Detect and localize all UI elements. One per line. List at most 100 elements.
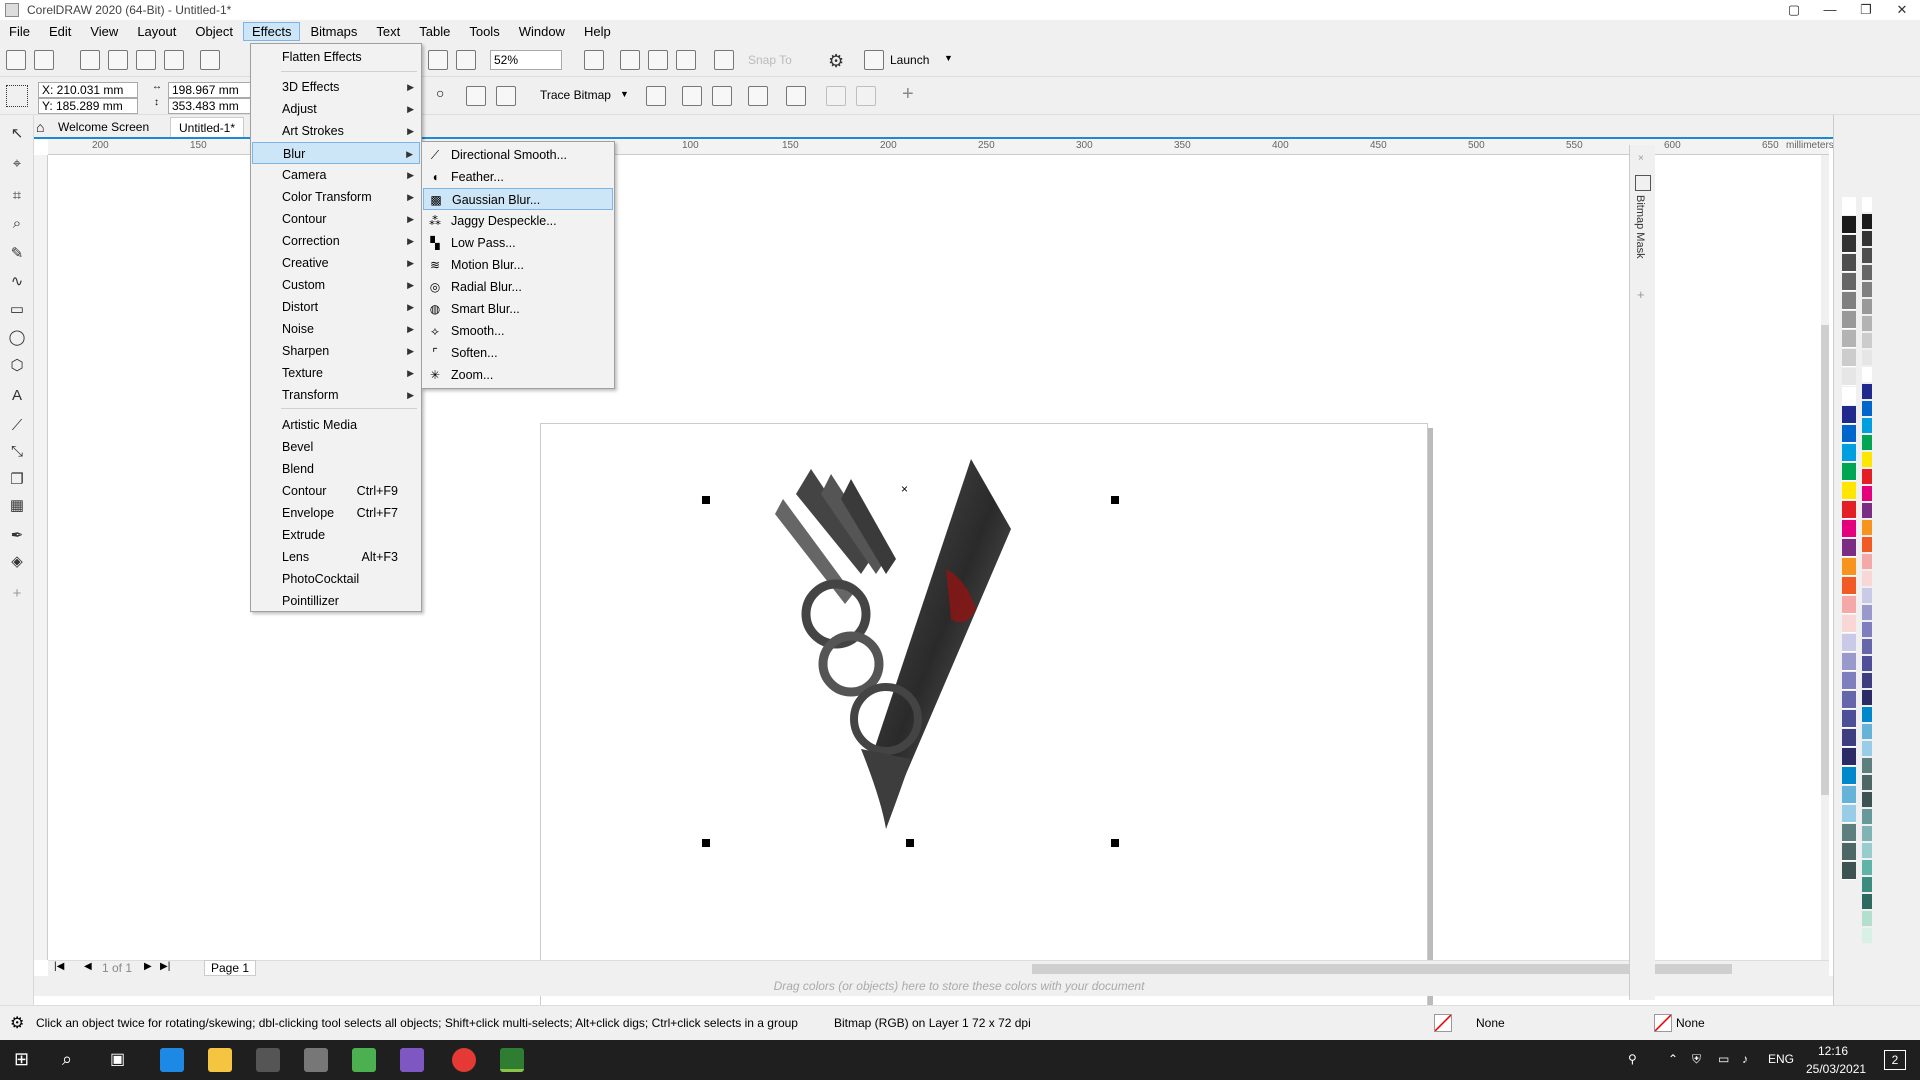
color-swatch[interactable] — [1862, 367, 1872, 383]
to-front-icon[interactable] — [826, 86, 846, 106]
page-tab[interactable]: Page 1 — [204, 960, 257, 976]
import-icon[interactable] — [200, 50, 220, 70]
interactive-fill-icon[interactable]: ◈ — [8, 553, 26, 571]
options-gear-icon[interactable]: ⚙ — [828, 51, 844, 72]
new-document-icon[interactable] — [6, 50, 26, 70]
full-screen-preview-icon[interactable] — [584, 50, 604, 70]
color-swatch[interactable] — [1842, 577, 1856, 595]
menu-item-radial-blur[interactable]: ◎ Radial Blur... — [423, 276, 613, 298]
color-swatch[interactable] — [1842, 634, 1856, 652]
menu-help[interactable]: Help — [575, 22, 620, 41]
color-swatch[interactable] — [1862, 758, 1872, 774]
add-tool-icon[interactable]: + — [8, 585, 26, 603]
color-swatch[interactable] — [1862, 452, 1872, 468]
menu-item-transform[interactable]: Transform ▶ — [252, 384, 420, 406]
color-swatch[interactable] — [1842, 501, 1856, 519]
color-swatch[interactable] — [1842, 824, 1856, 842]
menu-item-distort[interactable]: Distort ▶ — [252, 296, 420, 318]
show-rulers-icon[interactable] — [620, 50, 640, 70]
menu-item-flatten-effects[interactable]: Flatten Effects — [252, 46, 420, 68]
ellipse-tool-icon[interactable]: ◯ — [8, 329, 26, 347]
maximize-button[interactable]: ❐ — [1848, 0, 1884, 20]
menu-item-smooth[interactable]: ⟡ Smooth... — [423, 320, 613, 342]
color-swatch[interactable] — [1862, 265, 1872, 281]
color-swatch[interactable] — [1862, 605, 1872, 621]
clock-date[interactable]: 25/03/2021 — [1806, 1062, 1866, 1076]
menu-item-correction[interactable]: Correction ▶ — [252, 230, 420, 252]
menu-table[interactable]: Table — [410, 22, 459, 41]
circle-icon[interactable]: ○ — [436, 85, 444, 101]
height-field[interactable]: 353.483 mm — [168, 98, 252, 114]
chrome-icon[interactable] — [452, 1048, 476, 1072]
previous-page-icon[interactable]: ◀ — [84, 961, 92, 972]
color-swatch[interactable] — [1842, 862, 1856, 880]
menu-item-envelope[interactable]: Envelope Ctrl+F7 — [252, 502, 420, 524]
menu-item-camera[interactable]: Camera ▶ — [252, 164, 420, 186]
menu-item-directional-smooth[interactable]: ⟋ Directional Smooth... — [423, 144, 613, 166]
color-swatch[interactable] — [1862, 877, 1872, 893]
windows-start-icon[interactable]: ⊞ — [14, 1049, 29, 1070]
pick-tool-icon[interactable]: ↖ — [8, 125, 26, 143]
color-swatch[interactable] — [1842, 216, 1856, 234]
color-swatch[interactable] — [1862, 571, 1872, 587]
eyedropper-icon[interactable]: ✒ — [8, 527, 26, 545]
first-page-icon[interactable]: |◀ — [54, 961, 64, 972]
menu-item-blend[interactable]: Blend — [252, 458, 420, 480]
color-swatch[interactable] — [1842, 748, 1856, 766]
menu-item-artistic-media[interactable]: Artistic Media — [252, 414, 420, 436]
menu-object[interactable]: Object — [186, 22, 242, 41]
color-swatch[interactable] — [1842, 292, 1856, 310]
color-swatch[interactable] — [1862, 503, 1872, 519]
color-swatch[interactable] — [1842, 349, 1856, 367]
menu-item-photococktail[interactable]: PhotoCocktail — [252, 568, 420, 590]
color-swatch[interactable] — [1842, 406, 1856, 424]
menu-item-contour[interactable]: Contour ▶ — [252, 208, 420, 230]
open-icon[interactable] — [34, 50, 54, 70]
menu-item-custom[interactable]: Custom ▶ — [252, 274, 420, 296]
color-swatch[interactable] — [1862, 214, 1872, 230]
coreldraw-taskbar-icon[interactable] — [500, 1048, 524, 1072]
color-swatch[interactable] — [1842, 710, 1856, 728]
document-palette[interactable]: Drag colors (or objects) here to store t… — [34, 976, 1884, 996]
color-swatch[interactable] — [1842, 672, 1856, 690]
color-swatch[interactable] — [1842, 729, 1856, 747]
color-swatch[interactable] — [1862, 826, 1872, 842]
alignment-guides-icon[interactable] — [714, 50, 734, 70]
color-swatch[interactable] — [1862, 724, 1872, 740]
publish-pdf-icon[interactable] — [456, 50, 476, 70]
shape-tool-icon[interactable]: ⌖ — [8, 155, 26, 173]
drawing-page[interactable] — [540, 423, 1428, 1009]
connector-tool-icon[interactable]: ⤡ — [8, 443, 26, 461]
color-swatch[interactable] — [1842, 653, 1856, 671]
clock-time[interactable]: 12:16 — [1818, 1044, 1848, 1058]
volume-icon[interactable]: ♪ — [1742, 1052, 1748, 1066]
color-swatch[interactable] — [1862, 741, 1872, 757]
horizontal-scroll-thumb[interactable] — [1032, 964, 1732, 974]
menu-item-bevel[interactable]: Bevel — [252, 436, 420, 458]
menu-item-art-strokes[interactable]: Art Strokes ▶ — [252, 120, 420, 142]
color-swatch[interactable] — [1862, 588, 1872, 604]
outline-swatch-icon[interactable] — [1654, 1014, 1672, 1032]
color-swatch[interactable] — [1842, 425, 1856, 443]
network-icon[interactable]: ▭ — [1718, 1052, 1729, 1066]
artistic-media-icon[interactable]: ∿ — [8, 273, 26, 291]
color-swatch[interactable] — [1842, 786, 1856, 804]
vertical-scroll-thumb[interactable] — [1821, 325, 1829, 795]
reference-point-icon[interactable] — [6, 85, 28, 107]
color-swatch[interactable] — [1862, 792, 1872, 808]
fill-swatch-icon[interactable] — [1434, 1014, 1452, 1032]
color-swatch[interactable] — [1842, 311, 1856, 329]
selection-handle[interactable] — [906, 839, 914, 847]
menu-item-adjust[interactable]: Adjust ▶ — [252, 98, 420, 120]
color-swatch[interactable] — [1862, 520, 1872, 536]
add-icon[interactable]: + — [902, 83, 914, 106]
menu-effects[interactable]: Effects — [242, 22, 301, 41]
color-swatch[interactable] — [1842, 558, 1856, 576]
menu-item-low-pass[interactable]: ▚ Low Pass... — [423, 232, 613, 254]
color-swatch[interactable] — [1842, 330, 1856, 348]
cloud-upload-icon[interactable] — [108, 50, 128, 70]
tray-chevron-up-icon[interactable]: ⌃ — [1668, 1052, 1678, 1066]
print-icon[interactable] — [164, 50, 184, 70]
color-swatch[interactable] — [1862, 197, 1872, 213]
bitmap-mask-docker[interactable]: × Bitmap Mask + — [1629, 145, 1655, 1000]
